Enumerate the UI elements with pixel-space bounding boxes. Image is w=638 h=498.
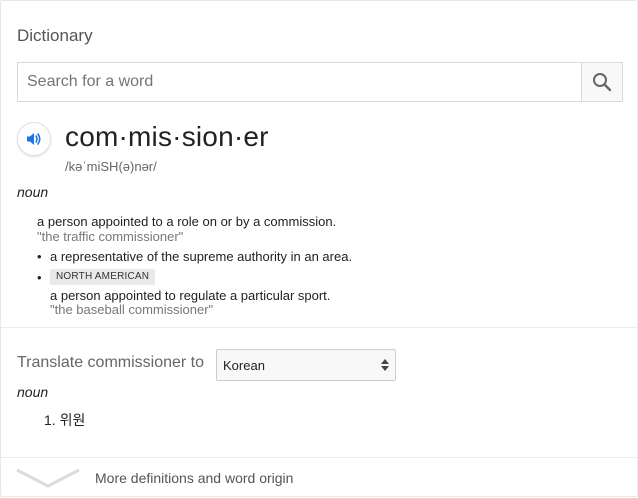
- search-input[interactable]: [18, 63, 581, 101]
- translate-label: Translate commissioner to: [17, 354, 205, 371]
- sense-1-example: "the traffic commissioner": [37, 229, 184, 244]
- search-icon: [593, 73, 612, 92]
- translation-item: 1. 위원: [44, 412, 86, 428]
- sense-1-definition: a person appointed to a role on or by a …: [37, 214, 337, 229]
- sense-2-definition: a representative of the supreme authorit…: [50, 249, 353, 264]
- sense-3-example: "the baseball commissioner": [50, 302, 214, 317]
- divider: [1, 327, 638, 328]
- translate-part-of-speech: noun: [17, 384, 49, 400]
- search-button[interactable]: [581, 63, 622, 101]
- region-badge: NORTH AMERICAN: [50, 269, 156, 285]
- more-definitions-link[interactable]: More definitions and word origin: [1, 458, 638, 498]
- panel-title: Dictionary: [17, 26, 93, 45]
- language-select-value: Korean: [223, 357, 265, 373]
- headword: com·mis·sion·er: [65, 121, 269, 152]
- search-box: [17, 62, 623, 102]
- speaker-icon: [27, 133, 41, 145]
- sense-3-definition: a person appointed to regulate a particu…: [50, 288, 331, 303]
- pronunciation-button[interactable]: [17, 122, 51, 156]
- more-definitions-label: More definitions and word origin: [95, 470, 294, 486]
- select-arrows-icon: [381, 359, 389, 371]
- language-select[interactable]: Korean: [216, 349, 396, 381]
- chevron-down-icon: [16, 468, 80, 488]
- bullet-icon: •: [37, 249, 42, 264]
- bullet-icon: •: [37, 270, 42, 285]
- part-of-speech: noun: [17, 184, 49, 200]
- phonetic: /kəˈmiSH(ə)nər/: [65, 159, 157, 174]
- dictionary-card: Dictionary com·mis·sion·er /kəˈmiSH(ə)nə…: [0, 0, 638, 497]
